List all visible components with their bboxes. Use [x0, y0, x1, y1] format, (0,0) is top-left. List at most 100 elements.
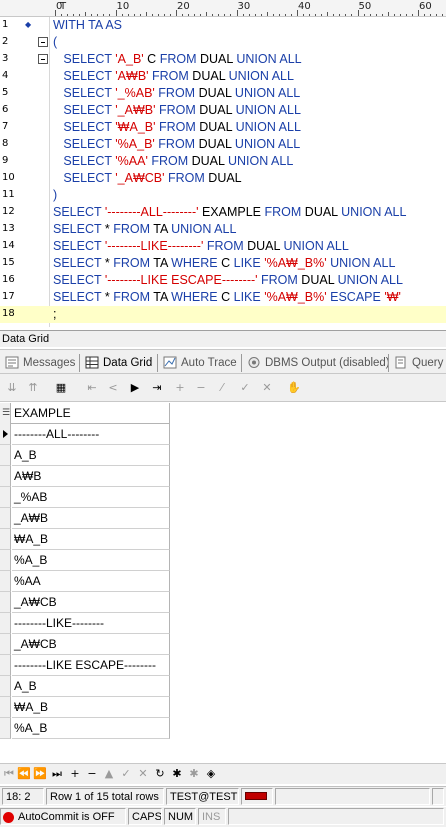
table-row[interactable]: --------ALL-------- — [0, 424, 170, 445]
nav-cancel-icon[interactable]: ✕ — [137, 766, 149, 782]
table-row[interactable]: _%AB — [0, 487, 170, 508]
editor-line[interactable]: 15 SELECT * FROM TA WHERE C LIKE '%A₩_B%'… — [0, 255, 446, 272]
table-cell[interactable]: A_B — [12, 676, 170, 697]
export-icon[interactable]: ⇊ — [4, 380, 20, 396]
editor-line[interactable]: 18; — [0, 306, 446, 323]
table-cell[interactable]: %A_B — [12, 718, 170, 739]
nav-last-icon[interactable]: ⏭ — [51, 766, 63, 782]
table-row[interactable]: ₩A_B — [0, 529, 170, 550]
row-selector[interactable] — [0, 466, 11, 487]
tab-data-grid[interactable]: Data Grid — [82, 353, 152, 373]
nav-first-icon[interactable]: ⏮ — [3, 766, 15, 782]
table-row[interactable]: --------LIKE ESCAPE-------- — [0, 655, 170, 676]
row-selector[interactable] — [0, 613, 11, 634]
cancel-record-icon[interactable]: ✕ — [259, 380, 275, 396]
table-row[interactable]: A_B — [0, 445, 170, 466]
editor-line[interactable]: 8 SELECT '%A_B' FROM DUAL UNION ALL — [0, 136, 446, 153]
table-row[interactable]: _A₩B — [0, 508, 170, 529]
editor-line[interactable]: 13 SELECT * FROM TA UNION ALL — [0, 221, 446, 238]
table-cell[interactable]: _A₩B — [12, 508, 170, 529]
editor-line[interactable]: 17 SELECT * FROM TA WHERE C LIKE '%A₩_B%'… — [0, 289, 446, 306]
table-row[interactable]: %A_B — [0, 718, 170, 739]
table-cell[interactable]: ₩A_B — [12, 697, 170, 718]
table-cell[interactable]: --------LIKE ESCAPE-------- — [12, 655, 170, 676]
column-header-example[interactable]: EXAMPLE — [12, 403, 170, 424]
tab-messages[interactable]: Messages — [2, 353, 75, 373]
table-cell[interactable]: _%AB — [12, 487, 170, 508]
editor-line[interactable]: 2( — [0, 34, 446, 51]
table-cell[interactable]: --------LIKE-------- — [12, 613, 170, 634]
nav-refresh-icon[interactable]: ↻ — [154, 766, 166, 782]
nav-next-page-icon[interactable]: ⏩ — [33, 766, 47, 782]
row-selector[interactable] — [0, 424, 11, 445]
tab-dbms-output[interactable]: DBMS Output (disabled) — [244, 353, 390, 373]
nav-prior-page-icon[interactable]: ⏪ — [17, 766, 31, 782]
row-selector[interactable] — [0, 592, 11, 613]
table-row[interactable]: A₩B — [0, 466, 170, 487]
fold-toggle-icon[interactable] — [38, 54, 48, 64]
post-record-icon[interactable]: ✓ — [237, 380, 253, 396]
table-cell[interactable]: %AA — [12, 571, 170, 592]
table-cell[interactable]: _A₩CB — [12, 634, 170, 655]
hand-icon[interactable]: ✋ — [286, 380, 302, 396]
row-selector[interactable] — [0, 571, 11, 592]
row-selector[interactable] — [0, 676, 11, 697]
row-selector[interactable] — [0, 508, 11, 529]
nav-delete-icon[interactable]: − — [86, 766, 98, 782]
editor-line[interactable]: 5 SELECT '_%AB' FROM DUAL UNION ALL — [0, 85, 446, 102]
prior-record-icon[interactable]: < — [105, 380, 121, 396]
data-grid[interactable]: ☰ EXAMPLE --------ALL-------- A_B A₩B _%AB _A₩… — [0, 403, 446, 763]
delete-record-icon[interactable]: − — [193, 380, 209, 396]
editor-line[interactable]: 9 SELECT '%AA' FROM DUAL UNION ALL — [0, 153, 446, 170]
editor-line[interactable]: 12 SELECT '--------ALL--------' EXAMPLE F… — [0, 204, 446, 221]
import-icon[interactable]: ⇈ — [25, 380, 41, 396]
table-row[interactable]: %AA — [0, 571, 170, 592]
table-row[interactable]: ₩A_B — [0, 697, 170, 718]
row-selector[interactable] — [0, 634, 11, 655]
editor-line[interactable]: 3 SELECT 'A_B' C FROM DUAL UNION ALL — [0, 51, 446, 68]
next-record-icon[interactable]: ▶ — [127, 380, 143, 396]
table-cell[interactable]: ₩A_B — [12, 529, 170, 550]
sql-editor[interactable]: 1 ◆ WITH TA AS 2(3 SELECT 'A_B' C FROM DUAL… — [0, 17, 446, 327]
last-record-icon[interactable]: ⇥ — [149, 380, 165, 396]
grid-options-icon[interactable]: ▦ — [53, 380, 69, 396]
nav-filter-icon[interactable]: ◈ — [205, 766, 217, 782]
editor-line[interactable]: 16 SELECT '--------LIKE ESCAPE--------' F… — [0, 272, 446, 289]
table-row[interactable]: _A₩CB — [0, 592, 170, 613]
edit-record-icon[interactable]: ⁄ — [214, 380, 230, 396]
row-selector[interactable] — [0, 529, 11, 550]
editor-line[interactable]: 7 SELECT '₩A_B' FROM DUAL UNION ALL — [0, 119, 446, 136]
row-selector[interactable] — [0, 655, 11, 676]
editor-line[interactable]: 10 SELECT '_A₩CB' FROM DUAL — [0, 170, 446, 187]
table-cell[interactable]: A₩B — [12, 466, 170, 487]
row-selector[interactable] — [0, 697, 11, 718]
fold-toggle-icon[interactable] — [38, 37, 48, 47]
first-record-icon[interactable]: ⇤ — [84, 380, 100, 396]
editor-line[interactable]: 6 SELECT '_A₩B' FROM DUAL UNION ALL — [0, 102, 446, 119]
insert-record-icon[interactable]: + — [172, 380, 188, 396]
table-row[interactable]: _A₩CB — [0, 634, 170, 655]
editor-line[interactable]: 1 ◆ WITH TA AS — [0, 17, 446, 34]
tab-query[interactable]: Query — [391, 353, 443, 373]
editor-line[interactable]: 14 SELECT '--------LIKE--------' FROM DUA… — [0, 238, 446, 255]
autocommit-status[interactable]: AutoCommit is OFF — [0, 808, 126, 825]
table-row[interactable]: %A_B — [0, 550, 170, 571]
nav-bookmark-icon[interactable]: ✱ — [171, 766, 183, 782]
row-selector[interactable] — [0, 487, 11, 508]
table-cell[interactable]: A_B — [12, 445, 170, 466]
nav-edit-icon[interactable]: ▲ — [103, 766, 115, 782]
tab-auto-trace[interactable]: Auto Trace — [160, 353, 237, 373]
nav-insert-icon[interactable]: + — [69, 766, 81, 782]
row-selector[interactable] — [0, 550, 11, 571]
row-selector[interactable] — [0, 445, 11, 466]
nav-goto-bookmark-icon[interactable]: ✱ — [188, 766, 200, 782]
table-cell[interactable]: %A_B — [12, 550, 170, 571]
editor-line[interactable]: 4 SELECT 'A₩B' FROM DUAL UNION ALL — [0, 68, 446, 85]
table-row[interactable]: --------LIKE-------- — [0, 613, 170, 634]
editor-line[interactable]: 11) — [0, 187, 446, 204]
table-cell[interactable]: --------ALL-------- — [12, 424, 170, 445]
nav-post-icon[interactable]: ✓ — [120, 766, 132, 782]
select-all-cell[interactable]: ☰ — [0, 403, 11, 424]
table-row[interactable]: A_B — [0, 676, 170, 697]
table-cell[interactable]: _A₩CB — [12, 592, 170, 613]
